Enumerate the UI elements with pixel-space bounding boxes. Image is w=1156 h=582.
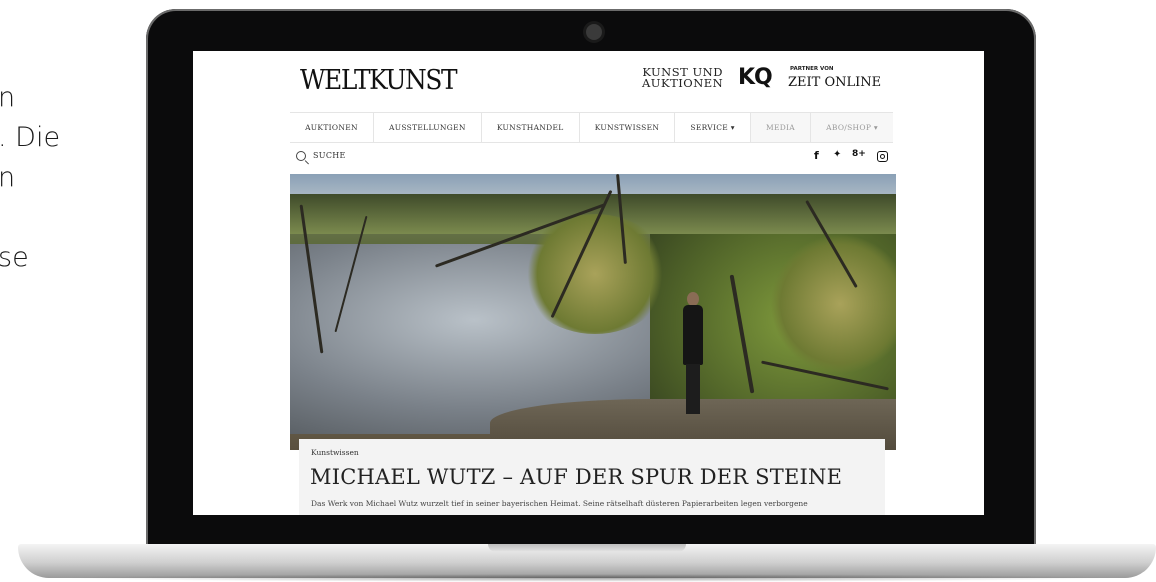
facebook-icon[interactable]: f <box>814 149 819 162</box>
partner-label: PARTNER VON <box>790 66 834 72</box>
kq-logo[interactable]: KQ <box>738 65 773 90</box>
webcam-icon <box>586 24 602 40</box>
search-label[interactable]: SUCHE <box>313 151 346 160</box>
laptop-shadow <box>60 574 1120 582</box>
nav-item-auktionen[interactable]: AUKTIONEN <box>290 113 374 142</box>
nav-item-kunsthandel[interactable]: KUNSTHANDEL <box>482 113 580 142</box>
text-line: n <box>0 82 16 113</box>
article-category[interactable]: Kunstwissen <box>311 448 359 457</box>
text-line: se <box>0 242 29 273</box>
nav-item-service[interactable]: SERVICE ▾ <box>675 113 751 142</box>
text-line: . Die <box>0 122 61 153</box>
nav-item-abo-shop[interactable]: ABO/SHOP ▾ <box>811 113 894 142</box>
main-navigation: AUKTIONEN AUSSTELLUNGEN KUNSTHANDEL KUNS… <box>290 112 894 143</box>
person-head <box>687 292 699 306</box>
instagram-icon[interactable] <box>877 151 888 162</box>
person-legs <box>686 364 700 414</box>
google-plus-icon[interactable]: 8+ <box>852 149 866 159</box>
background-text-fragment: n . Die n se <box>0 78 138 278</box>
search-icon[interactable] <box>296 151 306 161</box>
article-teaser: Das Werk von Michael Wutz wurzelt tief i… <box>311 499 808 508</box>
article-headline[interactable]: MICHAEL WUTZ – AUF DER SPUR DER STEINE <box>310 465 842 489</box>
nav-item-ausstellungen[interactable]: AUSSTELLUNGEN <box>374 113 482 142</box>
partner-brand-line: AUKTIONEN <box>642 76 724 90</box>
hero-image[interactable] <box>290 174 896 450</box>
zeit-online-logo[interactable]: ZEIT ONLINE <box>788 75 881 90</box>
hero-foliage <box>520 214 670 334</box>
article-card[interactable]: Kunstwissen MICHAEL WUTZ – AUF DER SPUR … <box>299 439 885 515</box>
laptop-screen: WELTKUNST KUNST UND AUKTIONEN KQ PARTNER… <box>193 51 984 515</box>
laptop-base <box>18 544 1156 578</box>
person-body <box>683 305 703 365</box>
laptop-base-notch <box>488 544 686 552</box>
text-line: n <box>0 162 16 193</box>
laptop-lid: WELTKUNST KUNST UND AUKTIONEN KQ PARTNER… <box>146 9 1036 551</box>
site-header: WELTKUNST KUNST UND AUKTIONEN KQ PARTNER… <box>290 59 893 109</box>
kunst-und-auktionen-logo[interactable]: KUNST UND AUKTIONEN <box>642 66 724 90</box>
hero-person <box>682 292 704 422</box>
text-line <box>0 198 138 238</box>
search-bar[interactable]: SUCHE f ✦ 8+ <box>290 148 893 168</box>
nav-item-kunstwissen[interactable]: KUNSTWISSEN <box>580 113 676 142</box>
nav-item-media[interactable]: MEDIA <box>750 113 812 142</box>
twitter-icon[interactable]: ✦ <box>833 149 841 160</box>
site-logo[interactable]: WELTKUNST <box>300 65 458 96</box>
